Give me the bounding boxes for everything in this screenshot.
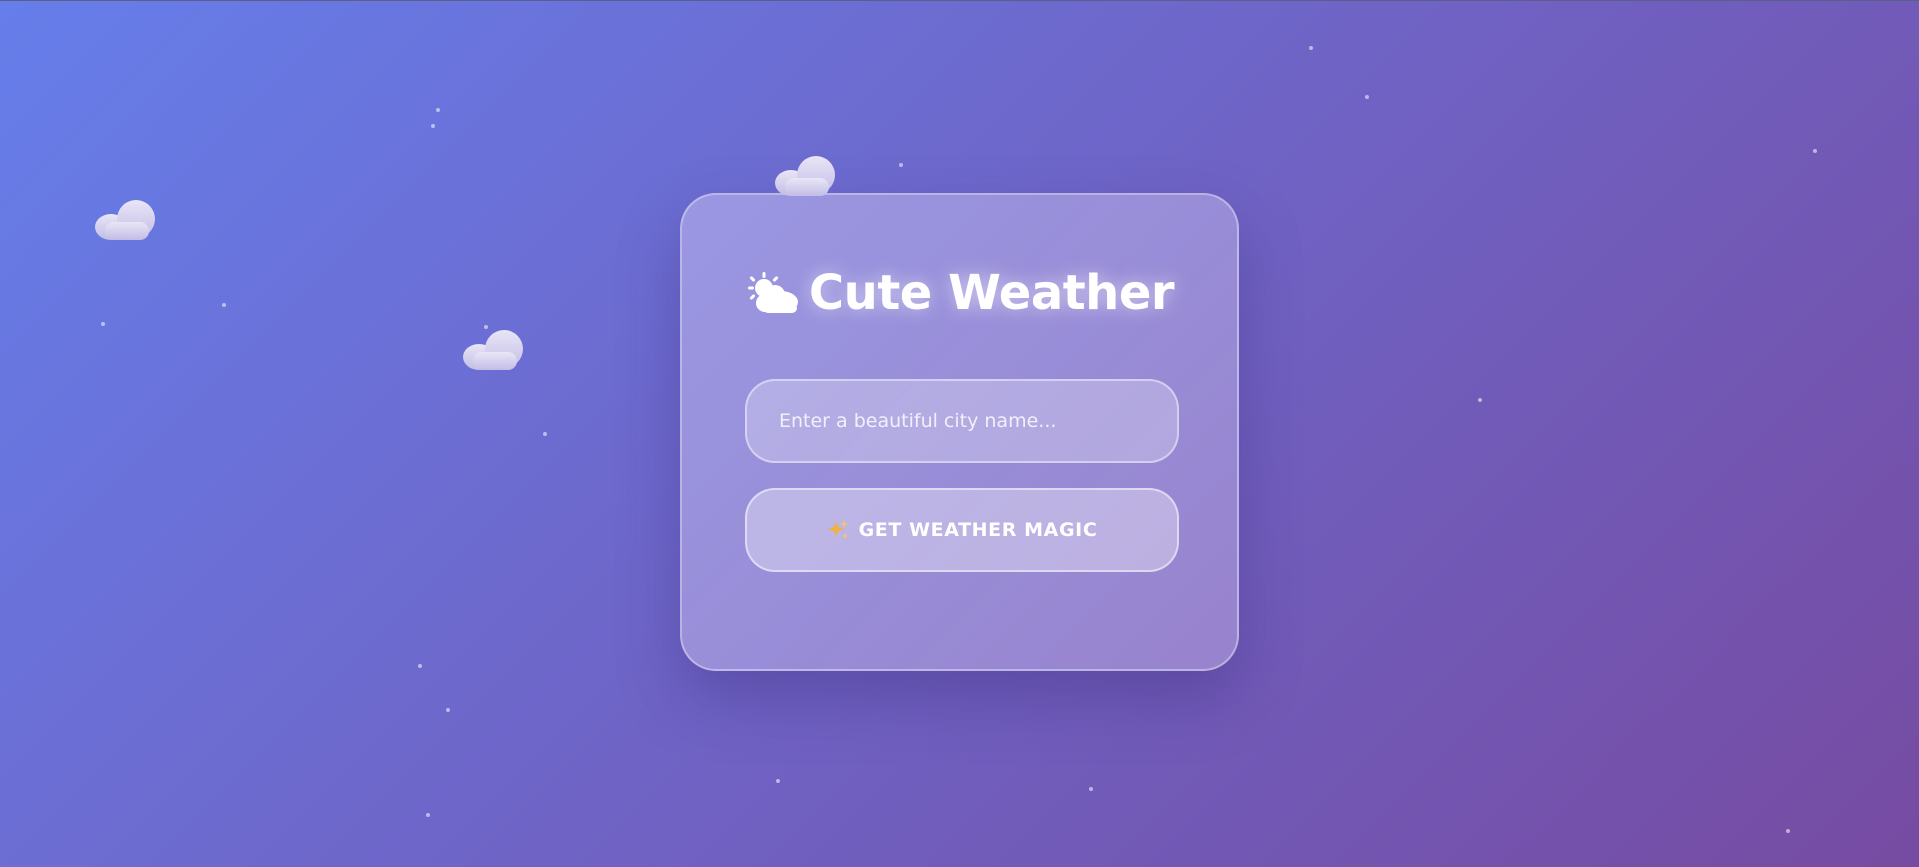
- sparkle-dot: [543, 432, 547, 436]
- sparkle-dot: [1813, 149, 1817, 153]
- sparkles-icon: [827, 520, 848, 539]
- cloud-icon: [95, 200, 157, 240]
- sun-behind-cloud-icon: [747, 272, 798, 313]
- sparkle-dot: [446, 708, 450, 712]
- cloud-icon: [463, 330, 525, 370]
- sparkle-dot: [418, 664, 422, 668]
- sparkle-dot: [1089, 787, 1093, 791]
- sparkle-dot: [436, 108, 440, 112]
- sparkle-dot: [426, 813, 430, 817]
- sparkle-dot: [484, 325, 488, 329]
- sparkle-dot: [101, 322, 105, 326]
- sparkle-dot: [222, 303, 226, 307]
- sparkle-dot: [1309, 46, 1313, 50]
- sparkle-dot: [899, 163, 903, 167]
- title-row: Cute Weather: [682, 265, 1237, 321]
- sparkle-dot: [1786, 829, 1790, 833]
- sparkle-dot: [431, 124, 435, 128]
- get-weather-button[interactable]: GET WEATHER MAGIC: [745, 488, 1179, 572]
- weather-card: Cute Weather GET WEATHER MAGIC: [680, 193, 1239, 671]
- app-title: Cute Weather: [808, 265, 1175, 321]
- city-search-input[interactable]: [745, 379, 1179, 463]
- sparkle-dot: [1478, 398, 1482, 402]
- cloud-icon: [775, 156, 837, 196]
- get-weather-button-label: GET WEATHER MAGIC: [858, 519, 1098, 541]
- sparkle-dot: [1365, 95, 1369, 99]
- top-border: [0, 0, 1919, 1]
- sparkle-dot: [776, 779, 780, 783]
